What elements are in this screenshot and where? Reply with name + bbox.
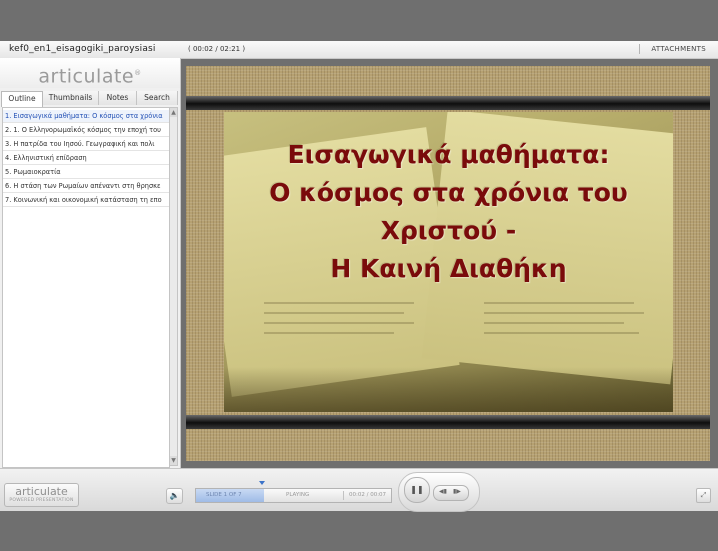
sidebar-tabs: Outline Thumbnails Notes Search — [0, 91, 180, 107]
playback-status: PLAYING — [286, 492, 310, 498]
articulate-logo: articulate® — [0, 58, 180, 88]
slide-nav: ◀▮ ▮▶ — [433, 485, 469, 501]
tab-thumbnails[interactable]: Thumbnails — [43, 91, 99, 105]
top-film-band — [186, 96, 710, 110]
articulate-badge[interactable]: articulate POWERED PRESENTATION — [4, 483, 79, 507]
volume-button[interactable]: 🔈 — [166, 488, 183, 504]
sidebar: articulate® Outline Thumbnails Notes Sea… — [0, 58, 181, 468]
scroll-up-icon[interactable]: ▲ — [170, 108, 177, 117]
outline-item-5[interactable]: 5. Ρωμαιοκρατία — [3, 166, 169, 179]
outline-list: 1. Εισαγωγικά μαθήματα: Ο κόσμος στα χρό… — [2, 107, 170, 468]
slide-counter: SLIDE 1 OF 7 — [206, 492, 242, 498]
tab-notes[interactable]: Notes — [99, 91, 137, 105]
outline-item-7[interactable]: 7. Κοινωνική και οικονομική κατάσταση τη… — [3, 194, 169, 207]
player-controls-bar: articulate POWERED PRESENTATION 🔈 SLIDE … — [0, 468, 718, 512]
top-bar: kef0_en1_eisagogiki_paroysiasi ( 00:02 /… — [0, 41, 718, 59]
fullscreen-icon: ⤢ — [700, 491, 707, 499]
fullscreen-button[interactable]: ⤢ — [696, 488, 711, 503]
divider — [343, 491, 344, 500]
progress-bar[interactable]: SLIDE 1 OF 7 PLAYING 00:02 / 00:07 — [195, 488, 392, 503]
pause-icon: ❚❚ — [410, 485, 424, 494]
presentation-title: kef0_en1_eisagogiki_paroysiasi — [9, 44, 156, 54]
outline-item-2[interactable]: 2. 1. Ο Ελληνορωμαϊκός κόσμος την εποχή … — [3, 124, 169, 137]
pause-button[interactable]: ❚❚ — [404, 477, 430, 503]
outline-item-1[interactable]: 1. Εισαγωγικά μαθήματα: Ο κόσμος στα χρό… — [3, 110, 169, 123]
outline-item-6[interactable]: 6. Η στάση των Ρωμαίων απέναντι στη θρησ… — [3, 180, 169, 193]
slide-time: 00:02 / 00:07 — [349, 492, 387, 498]
tab-outline[interactable]: Outline — [1, 91, 43, 107]
outline-scrollbar[interactable]: ▲ ▼ — [169, 107, 178, 466]
outline-item-4[interactable]: 4. Ελληνιστική επίδραση — [3, 152, 169, 165]
divider — [639, 44, 640, 54]
scroll-down-icon[interactable]: ▼ — [170, 456, 177, 465]
bottom-film-band — [186, 415, 710, 429]
speaker-icon: 🔈 — [169, 491, 180, 500]
slide-title: Εισαγωγικά μαθήματα: Ο κόσμος στα χρόνια… — [269, 140, 628, 283]
slide-area: Εισαγωγικά μαθήματα: Ο κόσμος στα χρόνια… — [186, 66, 710, 461]
tab-search[interactable]: Search — [137, 91, 178, 105]
elapsed-time: ( 00:02 / 02:21 ) — [188, 45, 246, 53]
attachments-button[interactable]: ATTACHMENTS — [651, 45, 706, 53]
previous-icon[interactable]: ◀▮ — [439, 488, 447, 495]
next-icon[interactable]: ▮▶ — [453, 488, 461, 495]
playhead-marker[interactable] — [259, 481, 265, 485]
outline-item-3[interactable]: 3. Η πατρίδα του Ιησού. Γεωγραφική και π… — [3, 138, 169, 151]
